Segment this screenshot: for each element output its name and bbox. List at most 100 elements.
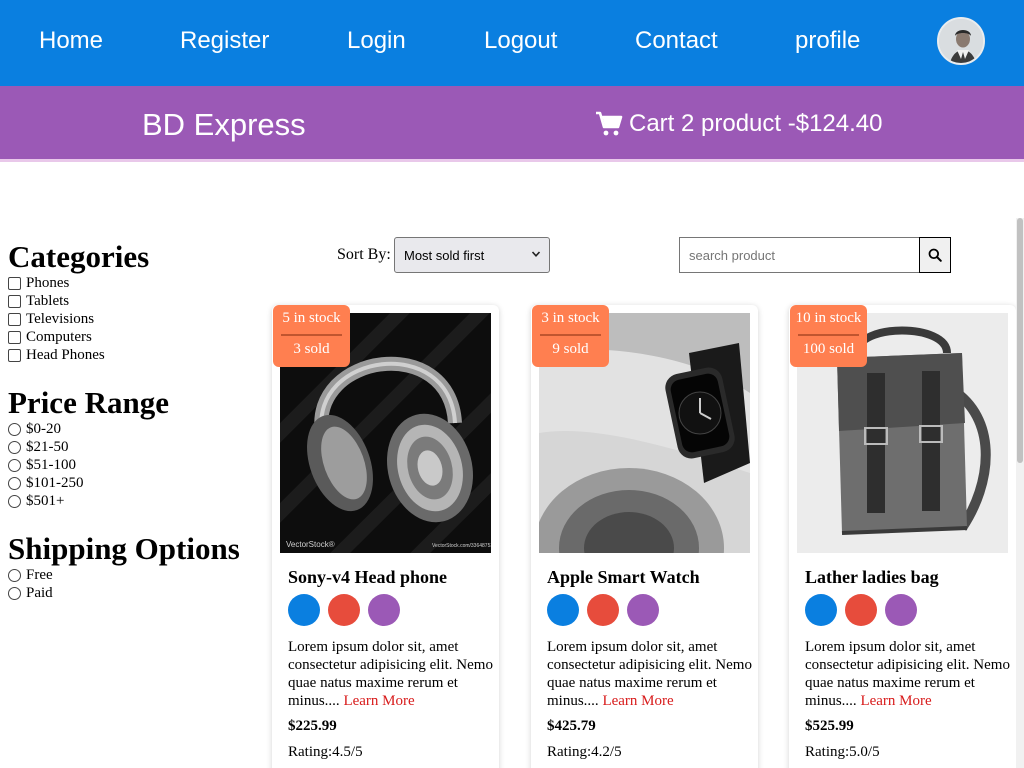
shipping-radio[interactable] (8, 568, 21, 582)
learn-more-link[interactable]: Learn More (602, 693, 673, 709)
sold-count: 9 sold (552, 341, 589, 357)
price-label: $21-50 (26, 439, 69, 455)
brand-bar: BD Express Cart 2 product -$124.40 (0, 86, 1024, 162)
brand-name[interactable]: BD Express (142, 107, 306, 143)
category-option[interactable]: Head Phones (8, 346, 268, 364)
user-avatar-image (939, 19, 983, 63)
price-option[interactable]: $21-50 (8, 438, 268, 456)
price-option[interactable]: $0-20 (8, 420, 268, 438)
category-option[interactable]: Computers (8, 328, 268, 346)
price-label: $101-250 (26, 475, 84, 491)
price-radio[interactable] (8, 422, 21, 436)
product-price: $425.79 (547, 718, 596, 734)
color-swatch-red[interactable] (845, 594, 877, 626)
price-radio[interactable] (8, 458, 21, 472)
category-label: Phones (26, 275, 70, 291)
color-swatches (547, 594, 659, 626)
shipping-radio[interactable] (8, 586, 21, 600)
search-input[interactable]: search product (679, 237, 919, 273)
product-card[interactable]: 3 in stock 9 sold Apple Smart Watch Lore… (531, 305, 758, 768)
price-radio[interactable] (8, 440, 21, 454)
shipping-option[interactable]: Paid (8, 584, 268, 602)
product-name[interactable]: Apple Smart Watch (547, 567, 700, 588)
sold-count: 3 sold (293, 341, 330, 357)
shipping-option[interactable]: Free (8, 566, 268, 584)
product-card[interactable]: 10 in stock 100 sold Lather ladies bag L… (789, 305, 1016, 768)
learn-more-link[interactable]: Learn More (343, 693, 414, 709)
filter-sidebar: Categories Phones Tablets Televisions Co… (8, 240, 268, 602)
categories-heading: Categories (8, 239, 150, 274)
category-checkbox[interactable] (8, 276, 21, 290)
scrollbar-thumb[interactable] (1017, 218, 1023, 463)
search-button[interactable] (919, 237, 951, 273)
nav-profile-link[interactable]: profile (795, 27, 860, 55)
nav-login-link[interactable]: Login (347, 27, 406, 55)
category-checkbox[interactable] (8, 348, 21, 362)
category-label: Tablets (26, 293, 70, 309)
product-price: $225.99 (288, 718, 337, 734)
color-swatch-red[interactable] (328, 594, 360, 626)
product-name[interactable]: Lather ladies bag (805, 567, 939, 588)
shipping-heading: Shipping Options (8, 531, 240, 566)
page-scrollbar[interactable] (1016, 218, 1024, 768)
category-checkbox[interactable] (8, 312, 21, 326)
stock-count: 5 in stock (282, 310, 341, 326)
nav-logout-link[interactable]: Logout (484, 27, 557, 55)
price-label: $501+ (26, 493, 65, 509)
search-placeholder: search product (689, 247, 775, 263)
product-description: Lorem ipsum dolor sit, amet consectetur … (288, 638, 493, 710)
product-card[interactable]: VectorStock® VectorStock.com/33648753 5 … (272, 305, 499, 768)
stock-badge: 3 in stock 9 sold (532, 305, 609, 367)
avatar[interactable] (937, 17, 985, 65)
top-nav: Home Register Login Logout Contact profi… (0, 0, 1024, 86)
color-swatch-purple[interactable] (885, 594, 917, 626)
nav-register-link[interactable]: Register (180, 27, 269, 55)
sort-selected-value: Most sold first (404, 247, 485, 263)
price-radio[interactable] (8, 494, 21, 508)
shipping-label: Free (26, 567, 53, 583)
category-option[interactable]: Tablets (8, 292, 268, 310)
price-range-heading: Price Range (8, 385, 169, 420)
color-swatch-blue[interactable] (805, 594, 837, 626)
price-label: $51-100 (26, 457, 76, 473)
color-swatches (288, 594, 400, 626)
vectorstock-watermark: VectorStock® (286, 540, 335, 549)
stock-badge: 5 in stock 3 sold (273, 305, 350, 367)
price-label: $0-20 (26, 421, 61, 437)
category-label: Head Phones (26, 347, 105, 363)
sort-select[interactable]: Most sold first (394, 237, 550, 273)
cart-text: Cart 2 product -$124.40 (629, 110, 883, 137)
vectorstock-watermark-id: VectorStock.com/33648753 (432, 543, 491, 549)
product-price: $525.99 (805, 718, 854, 734)
color-swatch-purple[interactable] (627, 594, 659, 626)
color-swatch-blue[interactable] (547, 594, 579, 626)
category-checkbox[interactable] (8, 294, 21, 308)
category-label: Computers (26, 329, 92, 345)
price-option[interactable]: $501+ (8, 492, 268, 510)
category-option[interactable]: Phones (8, 274, 268, 292)
category-option[interactable]: Televisions (8, 310, 268, 328)
price-option[interactable]: $51-100 (8, 456, 268, 474)
color-swatch-blue[interactable] (288, 594, 320, 626)
sold-count: 100 sold (802, 341, 855, 357)
nav-contact-link[interactable]: Contact (635, 27, 718, 55)
product-rating: Rating:4.5/5 (288, 744, 363, 760)
product-description: Lorem ipsum dolor sit, amet consectetur … (805, 638, 1010, 710)
price-radio[interactable] (8, 476, 21, 490)
product-rating: Rating:5.0/5 (805, 744, 880, 760)
nav-home-link[interactable]: Home (39, 27, 103, 55)
sort-label: Sort By: (337, 246, 391, 263)
category-checkbox[interactable] (8, 330, 21, 344)
learn-more-link[interactable]: Learn More (860, 693, 931, 709)
price-option[interactable]: $101-250 (8, 474, 268, 492)
product-description: Lorem ipsum dolor sit, amet consectetur … (547, 638, 752, 710)
shopping-cart-icon (596, 111, 623, 136)
category-label: Televisions (26, 311, 95, 327)
cart-summary[interactable]: Cart 2 product -$124.40 (595, 110, 883, 138)
color-swatches (805, 594, 917, 626)
product-rating: Rating:4.2/5 (547, 744, 622, 760)
stock-count: 10 in stock (795, 310, 862, 326)
product-name[interactable]: Sony-v4 Head phone (288, 567, 447, 588)
color-swatch-red[interactable] (587, 594, 619, 626)
color-swatch-purple[interactable] (368, 594, 400, 626)
